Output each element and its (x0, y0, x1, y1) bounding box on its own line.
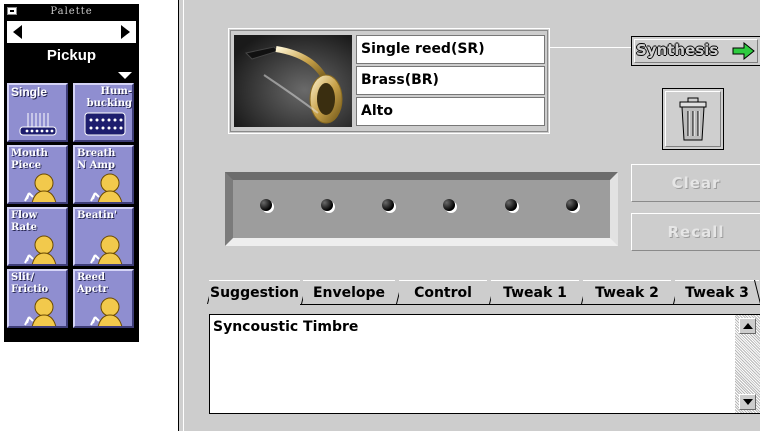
saxophone-photo (234, 35, 352, 127)
reed-aperture-button[interactable]: Reed Apctr (73, 269, 134, 328)
beatin-button[interactable]: Beatin' (73, 207, 134, 266)
main-window: Single reed(SR) Brass(BR) Alto Synthesis (178, 0, 760, 431)
palette-title: Palette (5, 5, 138, 19)
reed-aperture-mic-icon (90, 297, 123, 326)
slit-friction-mic-icon (24, 297, 57, 326)
palette-window: Palette Pickup Single Hum- bucking Mouth… (4, 4, 139, 342)
slot-dot[interactable] (505, 199, 517, 211)
vertical-scrollbar[interactable] (735, 315, 760, 413)
slot-dot[interactable] (566, 199, 578, 211)
scroll-down-button[interactable] (739, 394, 756, 410)
close-box-icon[interactable] (7, 7, 17, 15)
flow-rate-button[interactable]: Flow Rate (7, 207, 68, 266)
instrument-info-box: Single reed(SR) Brass(BR) Alto (228, 28, 550, 134)
tab-bar: Suggestion Envelope Control Tweak 1 Twea… (203, 280, 760, 306)
scroll-up-button[interactable] (739, 318, 756, 334)
instrument-family-field[interactable]: Single reed(SR) (356, 35, 545, 64)
category-dropdown-icon[interactable] (118, 72, 132, 79)
tab-tweak-2[interactable]: Tweak 2 (583, 280, 671, 304)
beatin-mic-icon (90, 235, 123, 264)
recall-button[interactable]: Recall (631, 213, 760, 251)
saxophone-image (234, 35, 352, 127)
instrument-group-field[interactable]: Brass(BR) (356, 66, 545, 95)
slot-dot[interactable] (260, 199, 272, 211)
synthesis-button[interactable]: Synthesis (631, 36, 760, 66)
dot-slot-panel (225, 172, 618, 246)
mouthpiece-mic-icon (24, 173, 57, 202)
right-arrow-icon (732, 42, 755, 60)
tab-suggestion[interactable]: Suggestion (209, 280, 300, 304)
button-label: Single (11, 85, 48, 99)
humbucking-pickup-icon (84, 112, 126, 136)
humbucking-pickup-button[interactable]: Hum- bucking (73, 83, 134, 142)
breath-amp-button[interactable]: Breath N Amp (73, 145, 134, 204)
tab-baseline (300, 304, 760, 305)
trash-button[interactable] (662, 88, 724, 150)
tab-envelope[interactable]: Envelope (303, 280, 395, 304)
trash-icon (679, 97, 707, 141)
flow-rate-mic-icon (24, 235, 57, 264)
tab-tweak-3[interactable]: Tweak 3 (675, 280, 759, 304)
suggestion-text-area[interactable]: Syncoustic Timbre (209, 314, 760, 414)
slit-friction-button[interactable]: Slit/ Frictio (7, 269, 68, 328)
single-pickup-button[interactable]: Single (7, 83, 68, 142)
single-pickup-icon (19, 113, 57, 136)
arrow-up-icon (743, 323, 753, 329)
button-label: Hum- bucking (86, 86, 132, 109)
next-arrow-icon[interactable] (121, 25, 130, 39)
clear-button[interactable]: Clear (631, 164, 760, 202)
instrument-name-field[interactable]: Alto (356, 97, 545, 126)
synthesis-label: Synthesis (636, 41, 719, 59)
palette-category-label: Pickup (46, 47, 97, 64)
connector-line (549, 47, 631, 48)
slot-dot[interactable] (382, 199, 394, 211)
slot-dot[interactable] (443, 199, 455, 211)
suggestion-text: Syncoustic Timbre (213, 319, 359, 335)
tab-tweak-1[interactable]: Tweak 1 (491, 280, 579, 304)
arrow-down-icon (743, 399, 753, 405)
mouthpiece-button[interactable]: Mouth Piece (7, 145, 68, 204)
main-panel: Single reed(SR) Brass(BR) Alto Synthesis (183, 0, 760, 431)
breath-amp-mic-icon (90, 173, 123, 202)
slot-dot[interactable] (321, 199, 333, 211)
palette-nav-bar (7, 21, 136, 43)
previous-arrow-icon[interactable] (13, 25, 22, 39)
button-label: Beatin' (77, 210, 118, 221)
tab-control[interactable]: Control (399, 280, 487, 304)
